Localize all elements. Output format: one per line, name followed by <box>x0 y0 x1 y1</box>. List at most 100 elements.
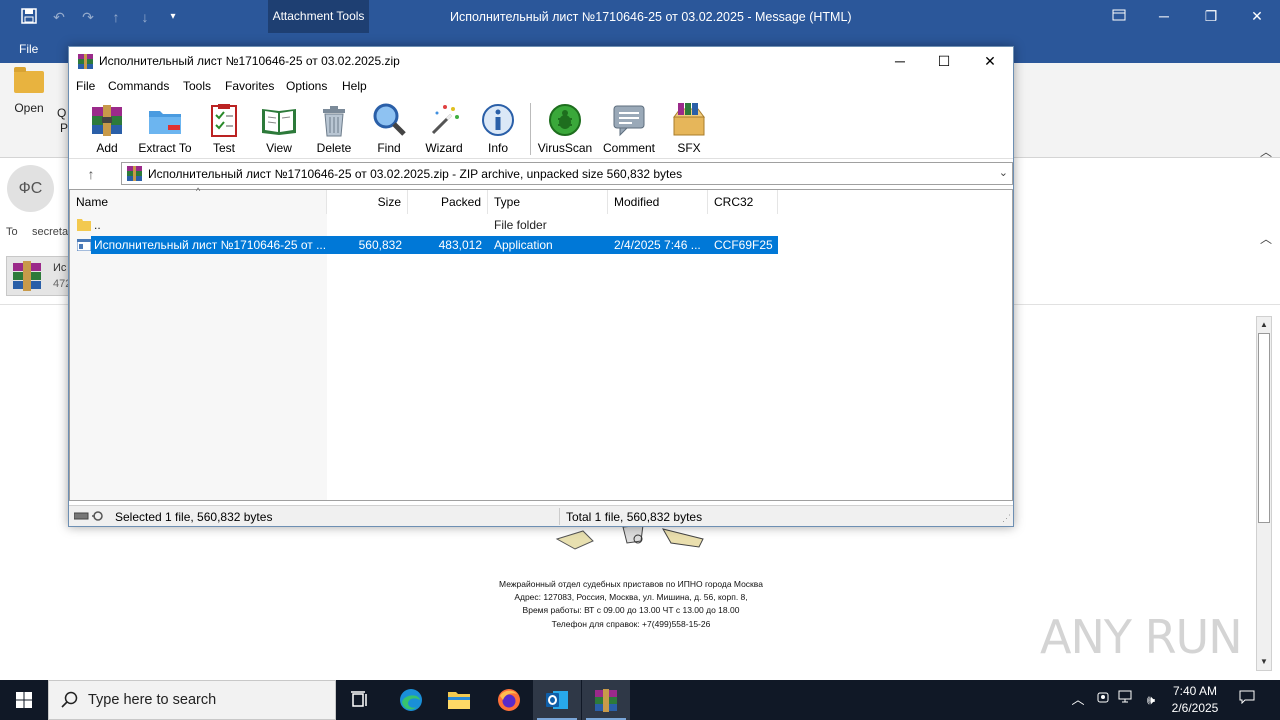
scroll-thumb[interactable] <box>1258 333 1270 523</box>
notifications-icon[interactable] <box>1237 690 1257 710</box>
info-button[interactable]: Info <box>469 101 527 155</box>
delete-button[interactable]: Delete <box>305 101 363 155</box>
volume-icon[interactable]: 🕪 <box>1141 690 1161 710</box>
virusscan-label: VirusScan <box>537 141 593 155</box>
clock-date[interactable]: 2/6/2025 <box>1162 701 1228 715</box>
outlook-taskbar-button[interactable] <box>533 680 581 720</box>
collapse-header-icon[interactable]: ︿ <box>1260 230 1272 247</box>
column-size[interactable]: Size <box>327 190 408 214</box>
chevron-down-icon[interactable]: ⌄ <box>999 166 1008 179</box>
winrar-maximize-button[interactable]: ☐ <box>921 47 967 76</box>
scroll-up-icon[interactable]: ▲ <box>1258 319 1270 331</box>
sort-ascending-icon: ^ <box>196 186 201 196</box>
sfx-button[interactable]: SFX <box>660 101 718 155</box>
customize-qat-icon[interactable]: ▾ <box>164 8 182 26</box>
undo-icon[interactable]: ↶ <box>50 8 68 26</box>
table-row[interactable]: .. File folder <box>70 216 778 234</box>
row-size: 560,832 <box>358 238 402 252</box>
firefox-taskbar-button[interactable] <box>485 680 533 720</box>
ribbon-display-options-icon[interactable] <box>1105 5 1133 27</box>
menu-favorites[interactable]: Favorites <box>225 79 274 93</box>
extract-folder-icon <box>149 111 181 134</box>
edge-icon <box>400 689 422 711</box>
up-arrow-icon[interactable]: ↑ <box>107 8 125 26</box>
table-row-selected[interactable]: Исполнительный лист №1710646-25 от ... 5… <box>70 236 778 254</box>
file-list-header: Name ^ Size Packed Type Modified CRC32 <box>70 186 778 214</box>
edge-taskbar-button[interactable] <box>387 680 435 720</box>
windows-logo-icon <box>16 692 32 708</box>
virusscan-button[interactable]: VirusScan <box>536 101 594 155</box>
search-icon <box>61 691 78 708</box>
task-view-icon <box>351 691 367 707</box>
winrar-close-button[interactable]: ✕ <box>967 47 1013 76</box>
to-recipient[interactable]: secreta <box>32 226 68 238</box>
outlook-close-button[interactable]: ✕ <box>1243 5 1271 27</box>
scroll-down-icon[interactable]: ▼ <box>1258 656 1270 668</box>
menu-help[interactable]: Help <box>342 79 367 93</box>
find-button[interactable]: Find <box>360 101 418 155</box>
column-packed[interactable]: Packed <box>408 190 488 214</box>
drive-key-icon <box>74 511 103 521</box>
open-attachment-button[interactable]: Open <box>6 67 52 115</box>
meet-now-icon[interactable] <box>1093 690 1113 710</box>
winrar-minimize-button[interactable]: ─ <box>877 47 923 76</box>
virus-scan-icon <box>549 104 581 136</box>
document-line: Адрес: 127083, Россия, Москва, ул. Мишин… <box>514 592 748 602</box>
row-name: .. <box>94 218 101 232</box>
file-explorer-taskbar-button[interactable] <box>435 680 483 720</box>
column-crc32-label: CRC32 <box>714 195 754 209</box>
archive-path-dropdown[interactable]: Исполнительный лист №1710646-25 от 03.02… <box>121 162 1013 185</box>
start-button[interactable] <box>0 680 48 720</box>
column-modified[interactable]: Modified <box>608 190 708 214</box>
info-label: Info <box>487 141 508 155</box>
column-crc32[interactable]: CRC32 <box>708 190 778 214</box>
column-modified-label: Modified <box>614 195 660 209</box>
add-archive-icon <box>92 105 122 136</box>
file-tab[interactable]: File <box>19 42 38 56</box>
info-icon <box>482 104 514 136</box>
message-scrollbar[interactable]: ▲ ▼ <box>1256 316 1272 671</box>
add-button[interactable]: Add <box>78 101 136 155</box>
task-view-button[interactable] <box>336 680 384 720</box>
clock-time[interactable]: 7:40 AM <box>1162 684 1228 698</box>
menu-commands[interactable]: Commands <box>108 79 169 93</box>
resize-grip-icon[interactable]: ⋰ <box>1002 513 1011 524</box>
taskbar-search-box[interactable]: Type here to search <box>48 680 336 720</box>
status-selected: Selected 1 file, 560,832 bytes <box>115 510 273 524</box>
archive-path-text: Исполнительный лист №1710646-25 от 03.02… <box>148 167 683 181</box>
quick-print-label[interactable]: Q <box>57 106 66 120</box>
winrar-window: Исполнительный лист №1710646-25 от 03.02… <box>68 46 1014 527</box>
comment-button[interactable]: Comment <box>600 101 658 155</box>
outlook-restore-button[interactable]: ❐ <box>1197 5 1225 27</box>
extract-to-button[interactable]: Extract To <box>136 101 194 155</box>
print-label[interactable]: P <box>60 121 68 135</box>
redo-icon[interactable]: ↷ <box>79 8 97 26</box>
save-icon[interactable] <box>20 8 38 26</box>
winrar-taskbar-button[interactable] <box>582 680 630 720</box>
up-one-level-icon[interactable]: ↑ <box>81 164 101 184</box>
outlook-minimize-button[interactable]: ─ <box>1150 5 1178 27</box>
view-button[interactable]: View <box>250 101 308 155</box>
file-list[interactable]: Name ^ Size Packed Type Modified CRC32 .… <box>69 186 1013 501</box>
menu-tools[interactable]: Tools <box>183 79 211 93</box>
sfx-label: SFX <box>677 141 701 155</box>
column-type[interactable]: Type <box>488 190 608 214</box>
menu-options[interactable]: Options <box>286 79 327 93</box>
delete-trash-icon <box>323 106 345 137</box>
down-arrow-icon[interactable]: ↓ <box>136 8 154 26</box>
comment-label: Comment <box>602 141 655 155</box>
folder-open-icon <box>14 67 44 93</box>
show-hidden-icons-icon[interactable]: ︿ <box>1068 690 1088 710</box>
winrar-archive-icon <box>13 261 41 291</box>
document-line: Межрайонный отдел судебных приставов по … <box>499 579 763 589</box>
winrar-pathbar: ↑ Исполнительный лист №1710646-25 от 03.… <box>69 160 1013 187</box>
test-button[interactable]: Test <box>195 101 253 155</box>
row-type: File folder <box>494 218 547 232</box>
network-icon[interactable] <box>1116 690 1136 710</box>
wizard-button[interactable]: Wizard <box>415 101 473 155</box>
menu-file[interactable]: File <box>76 79 95 93</box>
attachment-card[interactable]: Ис 472 <box>6 256 74 296</box>
winrar-toolbar: Add Extract To Test View Delete Find Wiz… <box>69 97 1013 159</box>
winrar-statusbar: Selected 1 file, 560,832 bytes Total 1 f… <box>69 505 1013 526</box>
winrar-archive-icon <box>127 166 142 181</box>
